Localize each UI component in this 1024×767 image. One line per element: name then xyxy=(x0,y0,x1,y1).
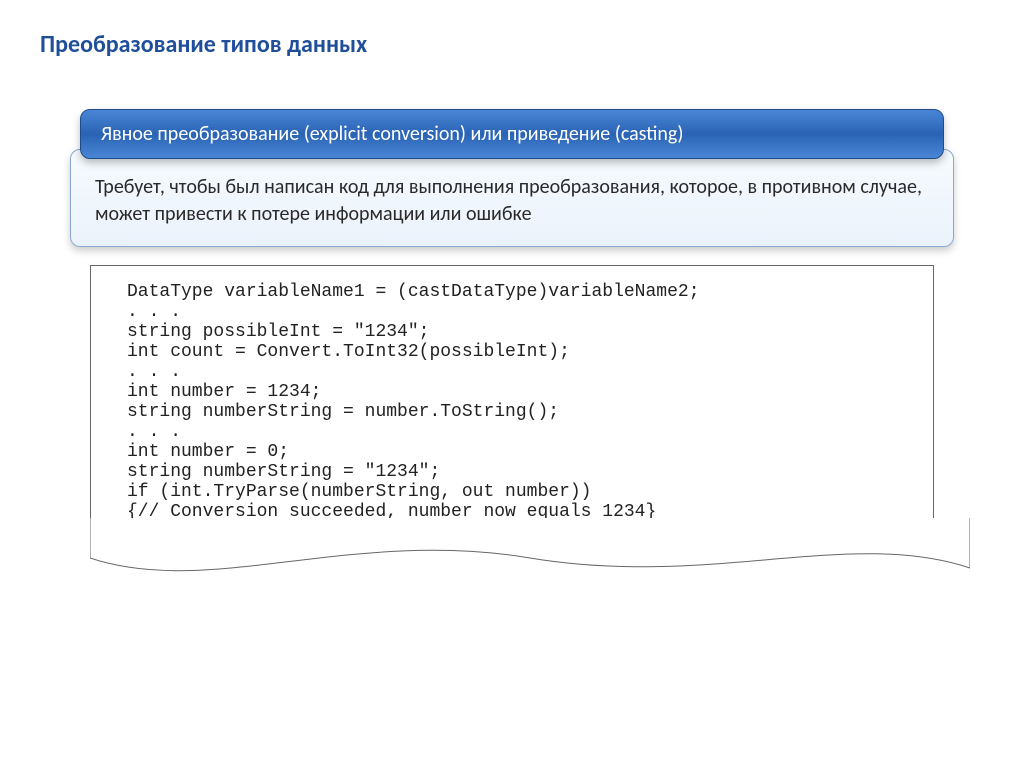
description-box: Требует, чтобы был написан код для выпол… xyxy=(70,149,954,247)
paper-wave-edge xyxy=(90,518,970,598)
page-title: Преобразование типов данных xyxy=(40,30,984,59)
code-block-wrap: DataType variableName1 = (castDataType)v… xyxy=(90,265,934,598)
section-banner: Явное преобразование (explicit conversio… xyxy=(80,109,944,159)
code-block: DataType variableName1 = (castDataType)v… xyxy=(90,265,934,538)
